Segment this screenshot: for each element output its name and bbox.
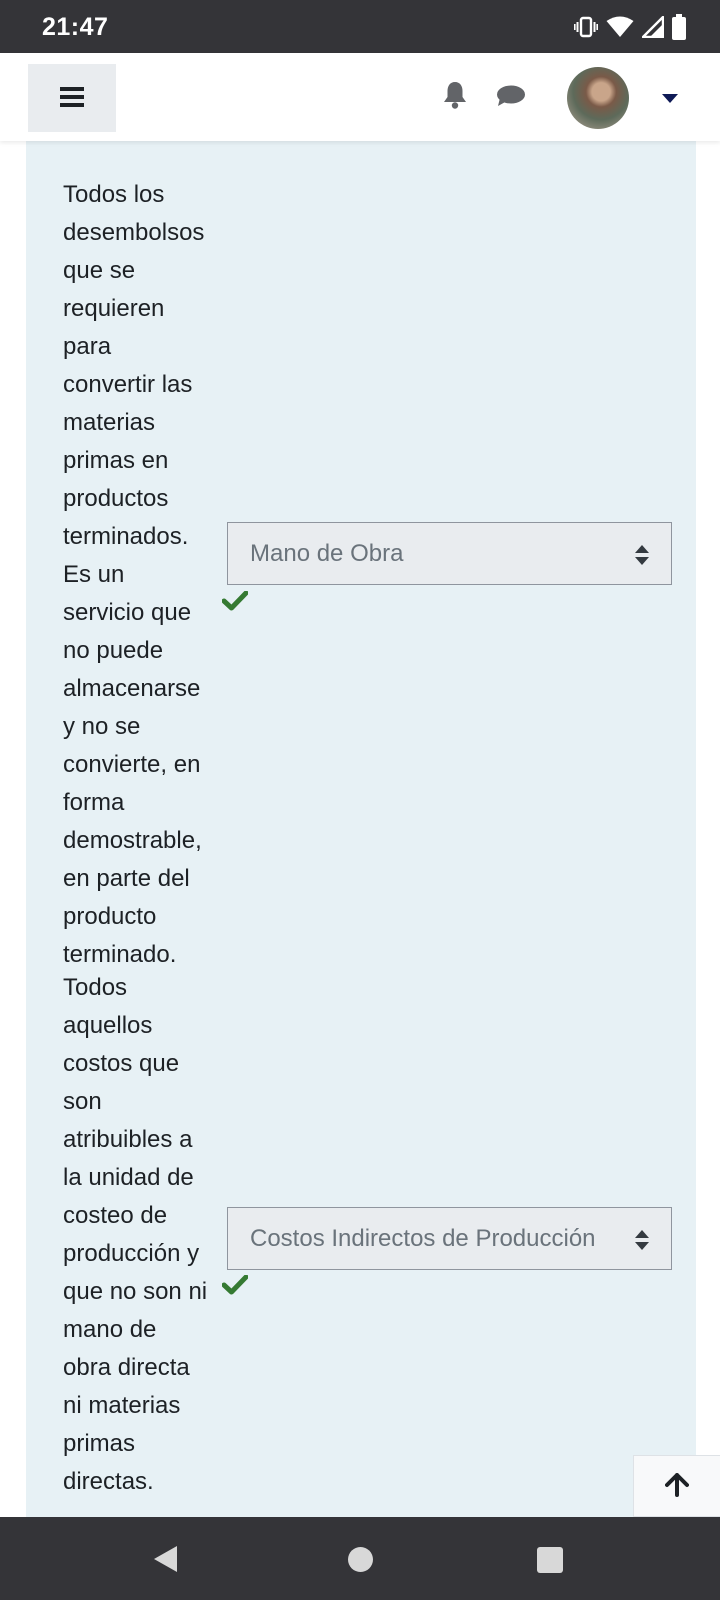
chat-icon[interactable]	[496, 85, 526, 112]
correct-check-icon	[221, 1274, 249, 1300]
back-to-top-button[interactable]	[633, 1455, 720, 1517]
arrow-up-icon	[665, 1472, 689, 1500]
avatar[interactable]	[567, 67, 629, 129]
question-text: Todos aquellos costos que son atribuible…	[63, 974, 208, 1495]
wifi-icon	[606, 16, 634, 38]
caret-down-icon[interactable]	[662, 91, 678, 109]
nav-recents-icon[interactable]	[537, 1547, 563, 1573]
answer-select-value: Costos Indirectos de Producción	[250, 1224, 596, 1252]
system-nav-bar	[0, 1517, 720, 1600]
battery-icon	[672, 14, 686, 40]
answer-select[interactable]: Mano de Obra	[227, 522, 672, 585]
top-navbar	[0, 53, 720, 141]
status-bar: 21:47	[0, 0, 720, 53]
signal-icon	[642, 16, 664, 38]
answer-select-value: Mano de Obra	[250, 539, 404, 567]
menu-button[interactable]	[28, 64, 116, 132]
answer-select[interactable]: Costos Indirectos de Producción	[227, 1207, 672, 1270]
question-panel: Todos los desembolsos que se requieren p…	[26, 141, 696, 1517]
bell-icon[interactable]	[442, 81, 468, 114]
hamburger-icon	[60, 86, 84, 110]
question-text: Todos los desembolsos que se requieren p…	[63, 181, 205, 968]
select-arrows-icon	[635, 544, 649, 572]
nav-back-icon[interactable]	[153, 1545, 179, 1578]
nav-home-icon[interactable]	[348, 1547, 373, 1572]
status-time: 21:47	[42, 13, 109, 41]
status-icons	[574, 13, 686, 41]
correct-check-icon	[221, 590, 249, 616]
vibrate-icon	[574, 16, 598, 38]
select-arrows-icon	[635, 1229, 649, 1257]
